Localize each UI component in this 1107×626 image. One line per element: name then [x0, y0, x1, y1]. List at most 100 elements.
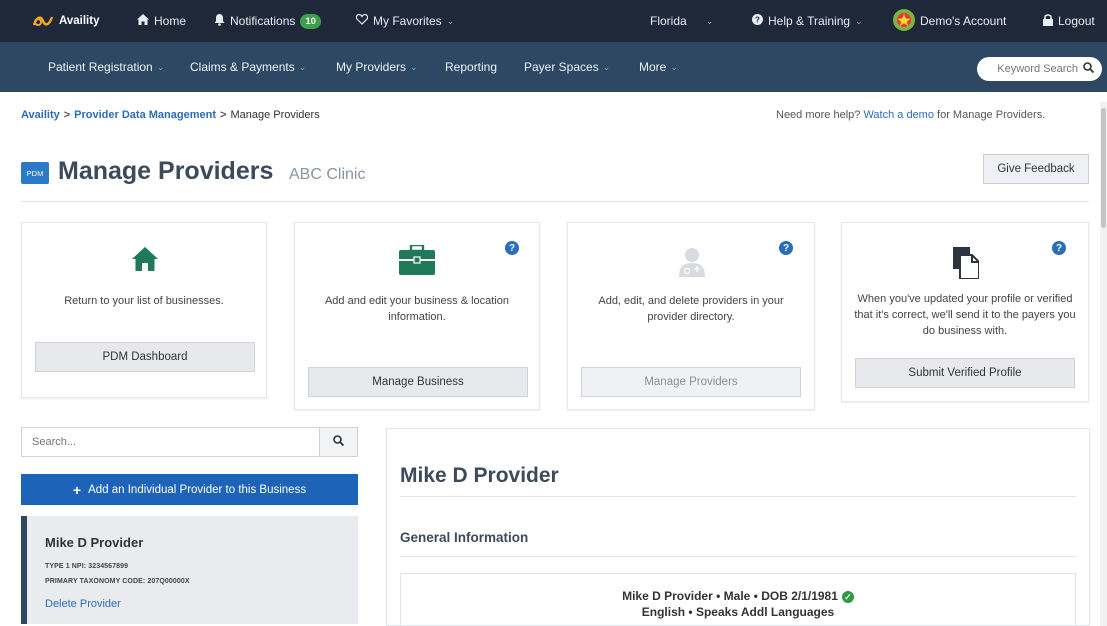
- nav-claims-payments[interactable]: Claims & Payments ⌄: [190, 42, 306, 92]
- provider-detail-name: Mike D Provider: [400, 464, 559, 487]
- search-icon: [333, 435, 345, 449]
- chevron-down-icon: ⌄: [410, 61, 418, 72]
- nav-label: Claims & Payments: [190, 60, 295, 74]
- nav-payer-spaces[interactable]: Payer Spaces ⌄: [524, 42, 610, 92]
- provider-detail-panel: Mike D Provider General Information Mike…: [386, 428, 1090, 626]
- home-icon: [137, 14, 149, 28]
- favorites-label: My Favorites: [373, 14, 442, 28]
- provider-taxonomy: PRIMARY TAXONOMY CODE: 207Q00000X: [45, 578, 190, 585]
- svg-text:?: ?: [755, 16, 760, 25]
- card-description: Add and edit your business & location in…: [324, 295, 510, 323]
- account-menu[interactable]: Demo's Account: [893, 0, 1006, 42]
- favorites-menu[interactable]: My Favorites ⌄: [355, 0, 455, 42]
- logout-label: Logout: [1058, 14, 1095, 28]
- check-circle-icon: ✓: [841, 590, 854, 603]
- give-feedback-button[interactable]: Give Feedback: [983, 154, 1089, 184]
- notifications-link[interactable]: Notifications 10: [214, 0, 321, 42]
- keyword-search[interactable]: Keyword Search: [977, 57, 1102, 81]
- add-provider-label: Add an Individual Provider to this Busin…: [88, 483, 307, 496]
- help-label: Help & Training: [768, 14, 851, 28]
- card-submit-verified: ? When you've updated your profile or ve…: [841, 222, 1089, 402]
- home-label: Home: [154, 14, 187, 28]
- provider-search-input[interactable]: [22, 428, 319, 456]
- help-question-icon[interactable]: ?: [505, 241, 519, 255]
- notifications-label: Notifications: [230, 14, 296, 28]
- state-menu[interactable]: Florida ⌄: [650, 0, 713, 42]
- avatar: [893, 8, 915, 34]
- main-nav: Patient Registration ⌄ Claims & Payments ⌄…: [0, 42, 1107, 92]
- breadcrumb-separator: >: [63, 109, 71, 121]
- help-question-icon[interactable]: ?: [1052, 241, 1066, 255]
- general-info-box: Mike D Provider • Male • DOB 2/1/1981 ✓ E…: [400, 573, 1076, 626]
- heart-icon: [355, 13, 369, 28]
- logout-link[interactable]: Logout: [1043, 0, 1095, 42]
- scrollbar-thumb[interactable]: [1101, 108, 1106, 228]
- manage-providers-button[interactable]: Manage Providers: [581, 367, 801, 397]
- chevron-down-icon: ⌄: [446, 15, 455, 26]
- general-info-line1: Mike D Provider • Male • DOB 2/1/1981 ✓: [401, 589, 1075, 603]
- home-link[interactable]: Home: [137, 0, 186, 42]
- document-copy-icon: [953, 247, 980, 282]
- notifications-badge: 10: [300, 13, 321, 29]
- breadcrumb-availity[interactable]: Availity: [21, 109, 60, 121]
- chevron-down-icon: ⌄: [602, 61, 611, 72]
- search-button[interactable]: [319, 428, 357, 456]
- top-bar: Availity Home Notifications 10 My Favori…: [0, 0, 1107, 42]
- page-subtitle: ABC Clinic: [289, 166, 366, 183]
- card-manage-business: ? Add and edit your business & location …: [294, 222, 540, 410]
- chevron-down-icon: ⌄: [298, 61, 307, 72]
- divider: [400, 496, 1076, 497]
- divider: [21, 201, 1089, 202]
- nav-label: My Providers: [336, 60, 407, 74]
- home-icon: [132, 247, 158, 274]
- help-text: Need more help? Watch a demo for Manage …: [776, 109, 1045, 121]
- breadcrumb-current: Manage Providers: [230, 109, 320, 121]
- help-prefix: Need more help?: [776, 109, 861, 121]
- help-question-icon[interactable]: ?: [779, 241, 793, 255]
- pdm-dashboard-button[interactable]: PDM Dashboard: [35, 342, 255, 372]
- bell-icon: [214, 13, 225, 29]
- user-doctor-icon: [678, 247, 706, 280]
- logo-text: Availity: [59, 15, 100, 27]
- card-description: Add, edit, and delete providers in your …: [598, 295, 784, 323]
- add-provider-button[interactable]: + Add an Individual Provider to this Bus…: [21, 474, 358, 505]
- card-description: Return to your list of businesses.: [64, 295, 224, 307]
- help-training-menu[interactable]: ? Help & Training ⌄: [752, 0, 863, 42]
- divider: [400, 556, 1076, 557]
- keyword-search-placeholder: Keyword Search: [997, 63, 1078, 75]
- nav-patient-registration[interactable]: Patient Registration ⌄: [48, 42, 164, 92]
- delete-provider-link[interactable]: Delete Provider: [45, 598, 121, 610]
- help-suffix: for Manage Providers.: [937, 109, 1046, 121]
- provider-list-item[interactable]: Mike D Provider TYPE 1 NPI: 3234567899 P…: [21, 516, 358, 624]
- nav-more[interactable]: More ⌄: [639, 42, 678, 92]
- question-circle-icon: ?: [752, 14, 763, 28]
- manage-business-button[interactable]: Manage Business: [308, 367, 528, 397]
- card-manage-providers: ? Add, edit, and delete providers in you…: [567, 222, 815, 410]
- provider-npi: TYPE 1 NPI: 3234567899: [45, 563, 129, 570]
- breadcrumb-separator: >: [220, 109, 227, 121]
- provider-name: Mike D Provider: [45, 535, 144, 550]
- lock-icon: [1043, 13, 1053, 29]
- page-title: Manage Providers: [58, 157, 274, 185]
- nav-label: Patient Registration: [48, 60, 153, 74]
- section-heading: General Information: [400, 530, 529, 545]
- briefcase-icon: [399, 243, 435, 278]
- chevron-down-icon: ⌄: [705, 15, 714, 26]
- nav-label: Reporting: [445, 60, 498, 74]
- submit-verified-profile-button[interactable]: Submit Verified Profile: [855, 358, 1075, 388]
- availity-logo-icon: [32, 14, 54, 28]
- chevron-down-icon: ⌄: [855, 15, 863, 26]
- availity-logo[interactable]: Availity: [32, 0, 99, 42]
- breadcrumb-provider-data-management[interactable]: Provider Data Management: [74, 109, 216, 121]
- card-dashboard: Return to your list of businesses. PDM D…: [21, 222, 267, 398]
- nav-reporting[interactable]: Reporting: [445, 42, 497, 92]
- state-label: Florida: [650, 14, 687, 28]
- provider-search: [21, 427, 358, 457]
- chevron-down-icon: ⌄: [670, 61, 678, 72]
- breadcrumb: Availity > Provider Data Management > Manage…: [21, 109, 320, 121]
- nav-label: More: [639, 60, 667, 74]
- general-info-line2: English • Speaks Addl Languages: [641, 605, 835, 619]
- general-info-text: Mike D Provider • Male • DOB 2/1/1981: [622, 589, 838, 603]
- watch-demo-link[interactable]: Watch a demo: [863, 109, 934, 121]
- nav-my-providers[interactable]: My Providers ⌄: [336, 42, 418, 92]
